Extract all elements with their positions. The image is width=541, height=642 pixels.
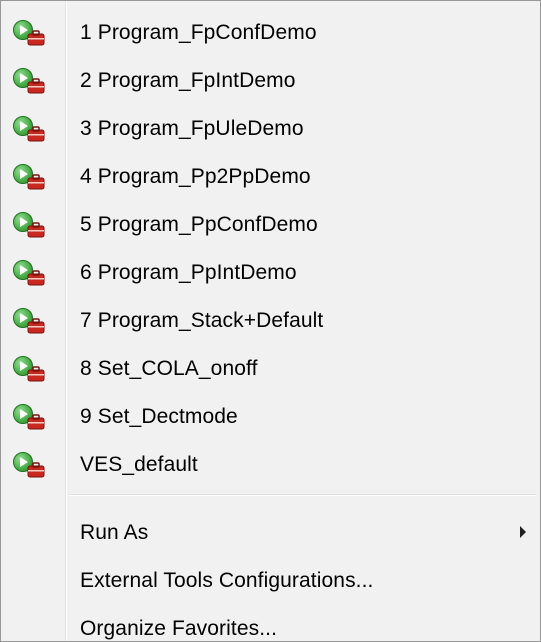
- menu-item-label: 7 Program_Stack+Default: [80, 309, 324, 332]
- menu-actions: Run As External Tools Configurations... …: [1, 509, 540, 642]
- menu-items: 1 Program_FpConfDemo 2 Program_FpIntDemo…: [1, 9, 540, 642]
- menu-item-label: 8 Set_COLA_onoff: [80, 357, 258, 380]
- menu-item-label: 9 Set_Dectmode: [80, 405, 238, 428]
- menu-item-favorite-4[interactable]: 4 Program_Pp2PpDemo: [1, 153, 540, 201]
- run-config-icon: [12, 451, 54, 481]
- menu-item-label: 5 Program_PpConfDemo: [80, 213, 318, 236]
- menu-item-favorite-5[interactable]: 5 Program_PpConfDemo: [1, 201, 540, 249]
- menu-item-label: 2 Program_FpIntDemo: [80, 69, 296, 92]
- menu-item-label: External Tools Configurations...: [80, 569, 374, 592]
- run-config-icon: [12, 67, 54, 97]
- menu-item-favorite-10[interactable]: VES_default: [1, 441, 540, 489]
- menu-item-label: 1 Program_FpConfDemo: [80, 21, 317, 44]
- menu-item-run-as[interactable]: Run As: [1, 509, 540, 557]
- menu-item-favorite-3[interactable]: 3 Program_FpUleDemo: [1, 105, 540, 153]
- run-config-icon: [12, 355, 54, 385]
- run-config-icon: [12, 403, 54, 433]
- menu-item-label: 6 Program_PpIntDemo: [80, 261, 297, 284]
- run-config-icon: [12, 259, 54, 289]
- menu-item-label: 4 Program_Pp2PpDemo: [80, 165, 311, 188]
- run-config-icon: [12, 115, 54, 145]
- run-config-icon: [12, 19, 54, 49]
- menu-item-label: VES_default: [80, 453, 198, 476]
- run-config-icon: [12, 211, 54, 241]
- run-config-icon: [12, 307, 54, 337]
- menu-item-favorite-1[interactable]: 1 Program_FpConfDemo: [1, 9, 540, 57]
- menu-item-favorite-6[interactable]: 6 Program_PpIntDemo: [1, 249, 540, 297]
- external-tools-menu: 1 Program_FpConfDemo 2 Program_FpIntDemo…: [0, 0, 541, 642]
- menu-item-favorite-7[interactable]: 7 Program_Stack+Default: [1, 297, 540, 345]
- menu-item-label: Run As: [80, 521, 149, 544]
- menu-item-organize-favorites[interactable]: Organize Favorites...: [1, 605, 540, 642]
- menu-item-favorite-2[interactable]: 2 Program_FpIntDemo: [1, 57, 540, 105]
- menu-item-favorite-9[interactable]: 9 Set_Dectmode: [1, 393, 540, 441]
- menu-item-favorite-8[interactable]: 8 Set_COLA_onoff: [1, 345, 540, 393]
- run-config-icon: [12, 163, 54, 193]
- submenu-arrow-icon: [520, 526, 526, 538]
- menu-separator: [1, 489, 540, 503]
- menu-item-external-tools-configurations[interactable]: External Tools Configurations...: [1, 557, 540, 605]
- menu-item-label: Organize Favorites...: [80, 617, 278, 640]
- menu-item-label: 3 Program_FpUleDemo: [80, 117, 304, 140]
